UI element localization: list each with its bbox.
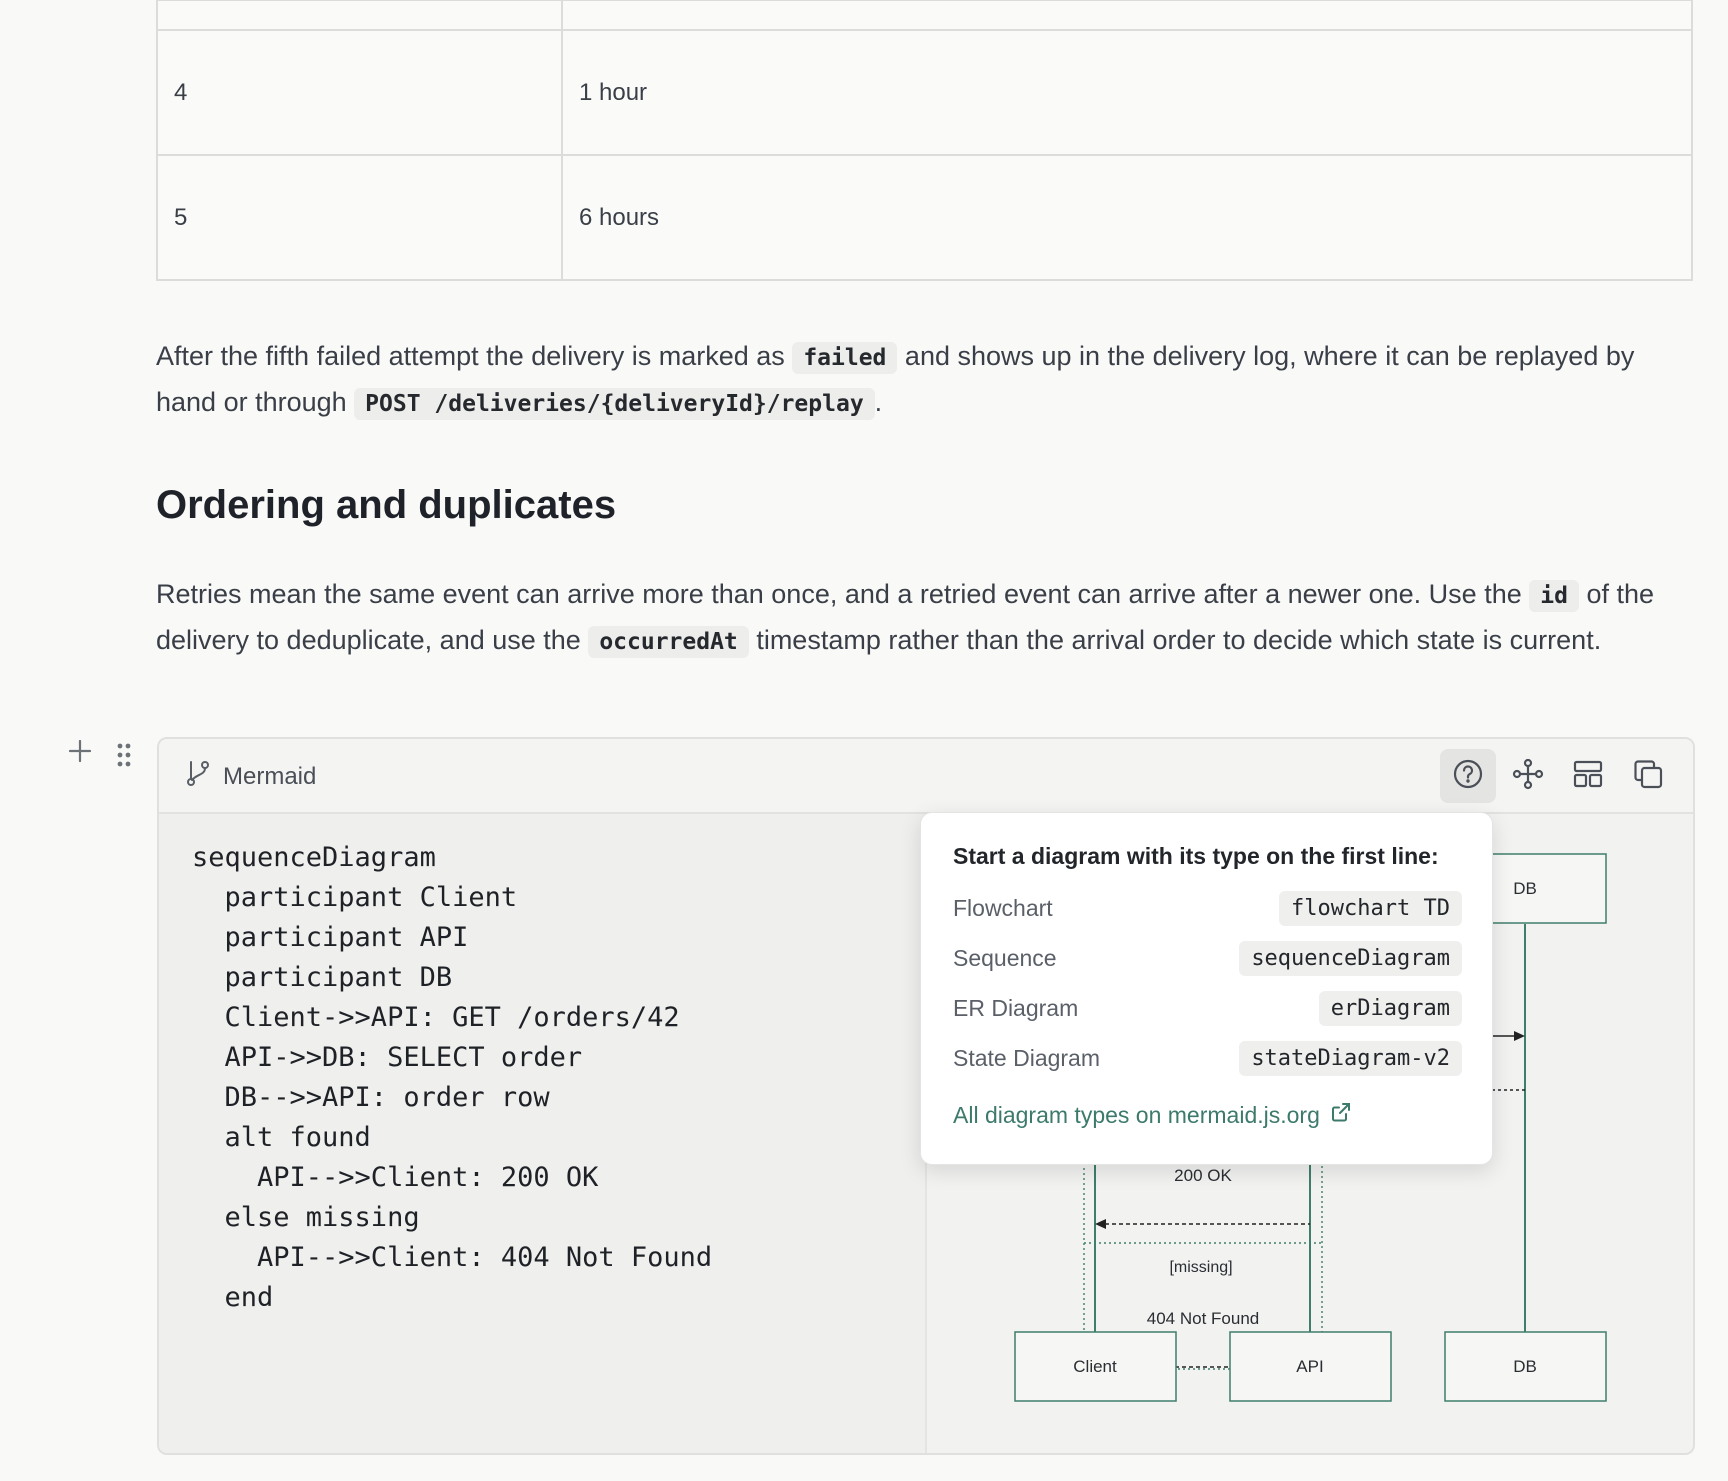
diagram-types-popover: Start a diagram with its type on the fir…	[920, 812, 1493, 1165]
diagram-icon	[1512, 758, 1544, 795]
table-cell-delay	[561, 0, 1693, 31]
help-button[interactable]	[1440, 749, 1496, 803]
git-branch-icon	[185, 759, 211, 794]
copy-button[interactable]	[1620, 749, 1676, 803]
paragraph-text: Retries mean the same event can arrive m…	[156, 579, 1522, 609]
paragraph-text: After the fifth failed attempt the deliv…	[156, 341, 785, 371]
plus-icon[interactable]	[66, 738, 94, 768]
diagram-type-code[interactable]: flowchart TD	[1279, 890, 1462, 926]
diagram-type-row[interactable]: Flowchart flowchart TD	[953, 889, 1462, 927]
popover-title: Start a diagram with its type on the fir…	[953, 843, 1439, 869]
inline-code-failed: failed	[792, 342, 898, 374]
mermaid-source[interactable]: sequenceDiagram participant Client parti…	[192, 838, 712, 1318]
diagram-type-label: ER Diagram	[953, 994, 1079, 1021]
participant-label-db: DB	[1513, 1357, 1537, 1376]
section-heading: Ordering and duplicates	[156, 483, 617, 527]
table-cell-delay: 6 hours	[561, 154, 1693, 281]
code-editor[interactable]: sequenceDiagram participant Client parti…	[159, 814, 927, 1453]
message-label-200: 200 OK	[1174, 1166, 1232, 1185]
paragraph-ordering: Retries mean the same event can arrive m…	[156, 572, 1696, 664]
mermaid-docs-link-label: All diagram types on mermaid.js.org	[953, 1101, 1320, 1128]
table-row	[156, 0, 1693, 31]
document-page: 4 1 hour 5 6 hours After the fifth faile…	[0, 0, 1728, 1481]
participant-label-db-top: DB	[1513, 879, 1537, 898]
help-circle-icon	[1452, 758, 1484, 795]
table-row: 4 1 hour	[156, 29, 1693, 156]
diagram-type-row[interactable]: State Diagram stateDiagram-v2	[953, 1039, 1462, 1077]
external-link-icon	[1330, 1101, 1352, 1129]
retry-schedule-table: 4 1 hour 5 6 hours	[156, 0, 1693, 281]
participant-label-client: Client	[1073, 1357, 1117, 1376]
table-cell-attempt	[156, 0, 563, 31]
message-label-404: 404 Not Found	[1147, 1309, 1259, 1328]
diagram-type-label: Flowchart	[953, 894, 1053, 921]
table-cell-attempt: 4	[156, 29, 563, 156]
mermaid-docs-link[interactable]: All diagram types on mermaid.js.org	[953, 1101, 1352, 1129]
table-cell-delay: 1 hour	[561, 29, 1693, 156]
copy-icon	[1632, 758, 1664, 795]
diagram-type-code[interactable]: stateDiagram-v2	[1239, 1040, 1462, 1076]
drag-handle-icon[interactable]	[114, 741, 134, 771]
paragraph-failed-delivery: After the fifth failed attempt the deliv…	[156, 334, 1696, 426]
layout-icon	[1572, 758, 1604, 795]
diagram-type-row[interactable]: ER Diagram erDiagram	[953, 989, 1462, 1027]
table-row: 5 6 hours	[156, 154, 1693, 281]
diagram-type-label: Sequence	[953, 944, 1057, 971]
code-block-header: Mermaid	[159, 739, 1693, 814]
message-arrowhead-200	[1095, 1219, 1106, 1229]
diagram-type-code[interactable]: sequenceDiagram	[1239, 940, 1462, 976]
language-label: Mermaid	[223, 762, 317, 790]
diagram-type-label: State Diagram	[953, 1044, 1101, 1071]
participant-label-api: API	[1296, 1357, 1323, 1376]
paragraph-text: .	[874, 387, 883, 417]
diagram-type-code[interactable]: erDiagram	[1318, 990, 1462, 1026]
diagram-view-button[interactable]	[1500, 749, 1556, 803]
table-cell-attempt: 5	[156, 154, 563, 281]
inline-code-id: id	[1529, 580, 1579, 612]
diagram-type-row[interactable]: Sequence sequenceDiagram	[953, 939, 1462, 977]
inline-code-replay-endpoint: POST /deliveries/{deliveryId}/replay	[354, 388, 875, 420]
alt-else-label: [missing]	[1169, 1259, 1232, 1276]
language-selector[interactable]: Mermaid	[185, 759, 316, 794]
layout-button[interactable]	[1560, 749, 1616, 803]
inline-code-occurredat: occurredAt	[588, 626, 749, 658]
paragraph-text: timestamp rather than the arrival order …	[756, 625, 1602, 655]
message-arrowhead-select-order	[1514, 1031, 1525, 1041]
